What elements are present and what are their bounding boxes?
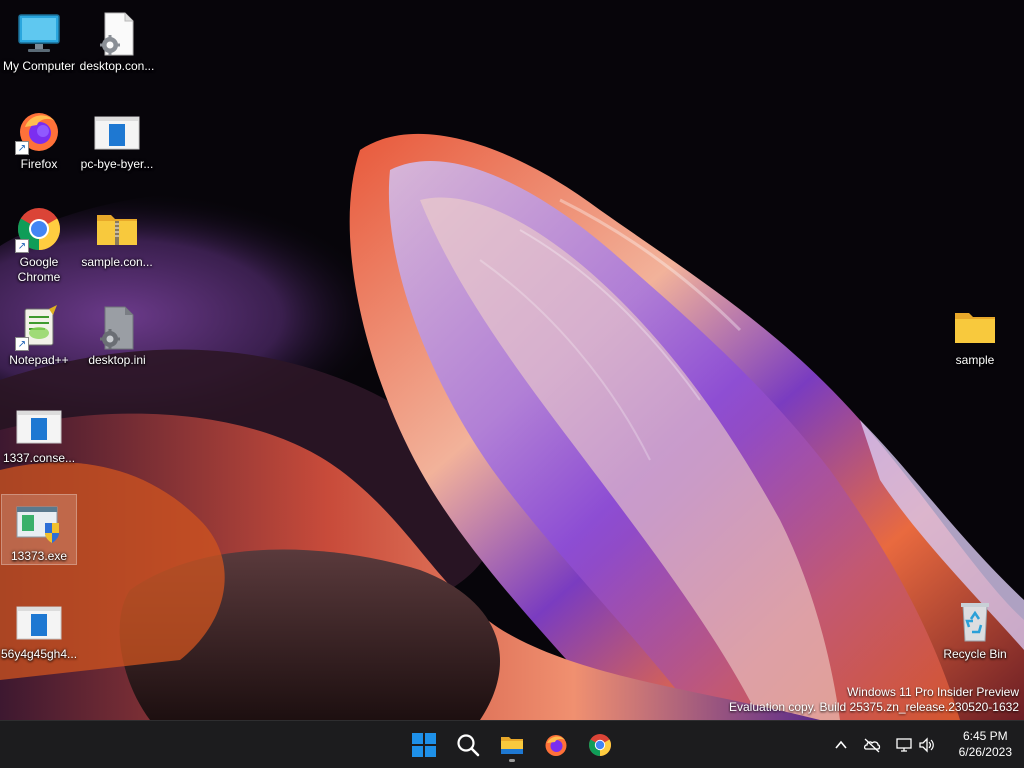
icon-label: sample xyxy=(955,353,995,367)
evaluation-watermark: Windows 11 Pro Insider Preview Evaluatio… xyxy=(729,685,1019,715)
config-file-icon xyxy=(93,9,141,57)
search-button[interactable] xyxy=(450,727,486,763)
watermark-line-2: Evaluation copy. Build 25375.zn_release.… xyxy=(729,700,1019,714)
shortcut-arrow-icon: ↗ xyxy=(15,239,29,253)
chrome-taskbar-button[interactable] xyxy=(582,727,618,763)
firefox-icon xyxy=(545,735,567,756)
icon-label: 56y4g45gh4... xyxy=(0,647,78,661)
desktop-icon-google-chrome[interactable]: ↗ Google Chrome xyxy=(1,200,77,286)
network-tray-button[interactable] xyxy=(894,735,914,755)
generic-file-icon xyxy=(15,597,63,645)
volume-icon xyxy=(919,737,934,753)
desktop-icon-sample-folder[interactable]: sample xyxy=(937,298,1013,369)
firefox-icon: ↗ xyxy=(15,107,63,155)
icon-label: sample.con... xyxy=(81,255,153,269)
recycle-bin-icon xyxy=(951,597,999,645)
shortcut-arrow-icon: ↗ xyxy=(15,141,29,155)
shortcut-arrow-icon: ↗ xyxy=(15,337,29,351)
desktop-icon-my-computer[interactable]: My Computer xyxy=(1,4,77,75)
onedrive-offline-icon xyxy=(863,738,881,753)
file-explorer-icon xyxy=(501,737,523,754)
icon-label: Google Chrome xyxy=(17,255,61,284)
desktop-icon-notepadpp[interactable]: ↗ Notepad++ xyxy=(1,298,77,369)
icon-label: 13373.exe xyxy=(10,549,68,563)
desktop[interactable]: My Computer ↗ Firefox ↗ Google Chrome ↗ … xyxy=(0,0,1024,720)
desktop-icon-desktop-config[interactable]: desktop.con... xyxy=(79,4,155,75)
chrome-icon xyxy=(589,734,611,756)
icon-label: My Computer xyxy=(2,59,76,73)
desktop-icon-desktop-ini[interactable]: desktop.ini xyxy=(79,298,155,369)
desktop-icon-pc-bye-byer[interactable]: pc-bye-byer... xyxy=(79,102,155,173)
desktop-icon-1337-consent[interactable]: 1337.conse... xyxy=(1,396,77,467)
taskbar: 6:45 PM 6/26/2023 xyxy=(0,720,1024,768)
icon-label: 1337.conse... xyxy=(2,451,76,465)
show-hidden-icons-button[interactable] xyxy=(831,735,851,755)
start-icon xyxy=(412,733,436,757)
icon-label: Notepad++ xyxy=(9,353,69,367)
running-indicator xyxy=(509,759,515,762)
system-clock[interactable]: 6:45 PM 6/26/2023 xyxy=(959,728,1012,760)
desktop-icon-firefox[interactable]: ↗ Firefox xyxy=(1,102,77,173)
firefox-taskbar-button[interactable] xyxy=(538,727,574,763)
clock-date: 6/26/2023 xyxy=(958,745,1012,759)
network-icon xyxy=(896,738,912,752)
icon-label: pc-bye-byer... xyxy=(80,157,154,171)
folder-icon xyxy=(951,303,999,351)
search-icon xyxy=(457,734,480,757)
desktop-icon-13373-exe[interactable]: 13373.exe xyxy=(1,494,77,565)
installer-shield-icon xyxy=(15,499,63,547)
chevron-up-icon xyxy=(835,740,847,749)
icon-label: desktop.con... xyxy=(79,59,155,73)
config-file-icon xyxy=(93,303,141,351)
chrome-icon: ↗ xyxy=(15,205,63,253)
desktop-icon-56y4g45gh4[interactable]: 56y4g45gh4... xyxy=(1,592,77,663)
generic-file-icon xyxy=(15,401,63,449)
desktop-icon-recycle-bin[interactable]: Recycle Bin xyxy=(937,592,1013,663)
monitor-icon xyxy=(15,9,63,57)
start-button[interactable] xyxy=(406,727,442,763)
watermark-line-1: Windows 11 Pro Insider Preview xyxy=(847,685,1019,699)
icon-label: Recycle Bin xyxy=(943,647,1007,661)
icon-label: desktop.ini xyxy=(88,353,146,367)
volume-tray-button[interactable] xyxy=(917,735,937,755)
clock-time: 6:45 PM xyxy=(962,729,1008,743)
icon-label: Firefox xyxy=(20,157,58,171)
zip-folder-icon xyxy=(93,205,141,253)
desktop-icon-sample-zip[interactable]: sample.con... xyxy=(79,200,155,271)
onedrive-tray-button[interactable] xyxy=(862,735,882,755)
notepadpp-icon: ↗ xyxy=(15,303,63,351)
generic-file-icon xyxy=(93,107,141,155)
file-explorer-button[interactable] xyxy=(494,727,530,763)
